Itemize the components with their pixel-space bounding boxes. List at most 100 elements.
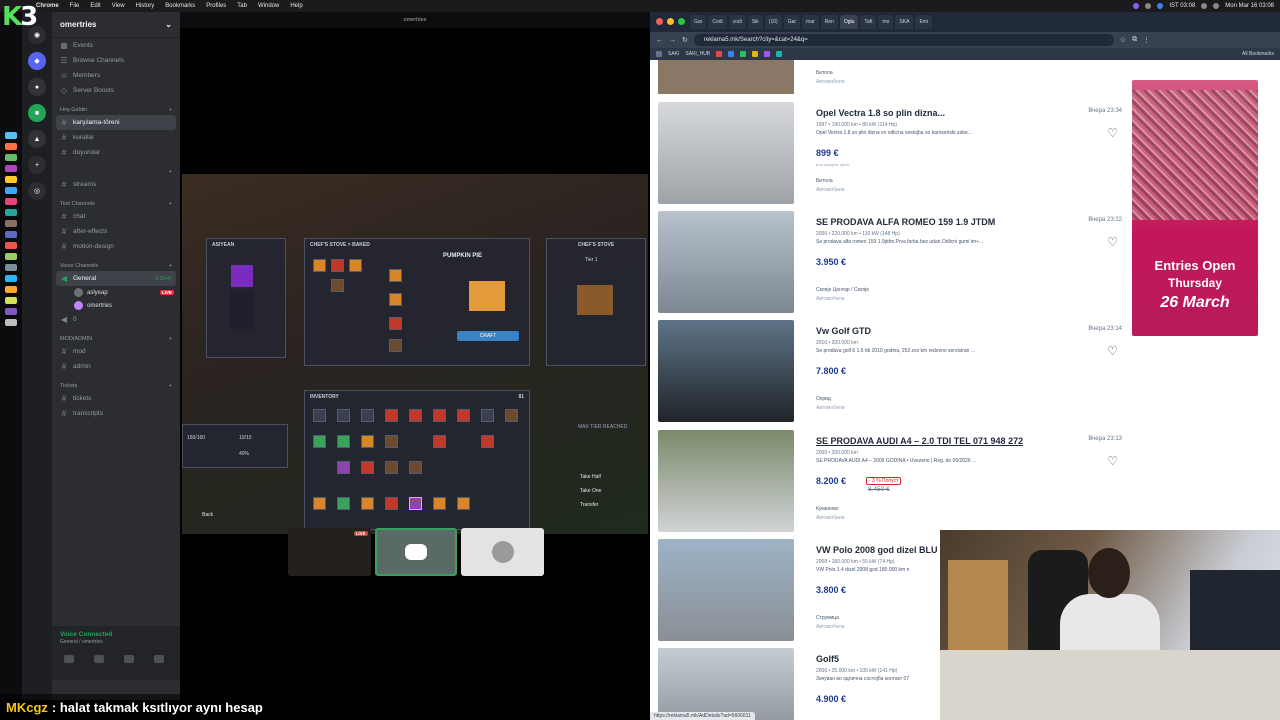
server-icon[interactable]: ■ (28, 104, 46, 122)
browser-tab[interactable]: Emi (915, 15, 933, 29)
bookmark-icon[interactable] (764, 51, 771, 57)
add-channel-icon[interactable]: + (169, 336, 172, 342)
browser-tab[interactable]: mo (878, 15, 894, 29)
listing-card[interactable]: Opel Vectra 1.8 so plin dizna... Вчера 2… (658, 102, 1128, 204)
apps-icon[interactable] (656, 51, 662, 57)
menu-file[interactable]: File (70, 3, 80, 9)
recipe-slot[interactable] (349, 259, 362, 272)
channel-motion-design[interactable]: # motion-design (52, 239, 180, 254)
category-text-channels[interactable]: Text Channels + (52, 192, 180, 209)
inventory-slot[interactable] (385, 461, 398, 474)
voice-channel-general[interactable]: ◀ General 5:39:47 (56, 271, 176, 286)
add-server-icon[interactable]: + (28, 156, 46, 174)
advertisement-banner[interactable]: Entries Open Thursday 26 March (1132, 80, 1258, 336)
camera-icon[interactable] (64, 655, 74, 663)
dock-app-icon[interactable] (5, 209, 17, 216)
menu-help[interactable]: Help (290, 3, 302, 9)
dock-app-icon[interactable] (5, 165, 17, 172)
hotbar-slot[interactable] (337, 497, 350, 510)
ingredient-slot[interactable] (389, 317, 402, 330)
browser-tab[interactable]: Sik (747, 15, 763, 29)
inventory-slot[interactable] (481, 435, 494, 448)
favorite-heart-icon[interactable]: ♡ (1107, 235, 1118, 249)
channel-duyurular[interactable]: # duyurular (52, 145, 180, 160)
listing-card[interactable]: SE PRODAVA AUDI A4 – 2.0 TDI TEL 071 948… (658, 430, 1128, 532)
bookmark-icon[interactable] (716, 51, 723, 57)
listing-card[interactable]: Vw Golf GTD Вчера 23:14 2010 • 200.000 k… (658, 320, 1128, 422)
dock-app-icon[interactable] (5, 143, 17, 150)
inventory-slot[interactable] (433, 435, 446, 448)
dock-app-icon[interactable] (5, 319, 17, 326)
menu-tab[interactable]: Tab (237, 3, 247, 9)
dock-app-icon[interactable] (5, 132, 17, 139)
dock-app-icon[interactable] (5, 231, 17, 238)
recipe-slot[interactable] (313, 259, 326, 272)
participant-tile-active[interactable] (374, 528, 458, 576)
add-channel-icon[interactable]: + (169, 263, 172, 269)
back-icon[interactable]: ← (656, 37, 663, 44)
menu-profiles[interactable]: Profiles (206, 3, 226, 9)
bookmark-icon[interactable] (728, 51, 735, 57)
recipe-slot[interactable] (331, 279, 344, 292)
channel-streams[interactable]: # streams (52, 177, 180, 192)
inventory-slot[interactable] (481, 409, 494, 422)
dock-app-icon[interactable] (5, 286, 17, 293)
channel-chat[interactable]: # chat (52, 209, 180, 224)
maximize-window-icon[interactable] (678, 18, 685, 25)
participant-tile[interactable] (461, 528, 544, 576)
dock-app-icon[interactable] (5, 198, 17, 205)
dock-app-icon[interactable] (5, 176, 17, 183)
soundboard-icon[interactable] (154, 655, 164, 663)
inventory-slot[interactable] (361, 409, 374, 422)
inventory-slot[interactable] (337, 461, 350, 474)
browser-tab-active[interactable]: Oglu (839, 15, 859, 29)
channel-karsilama-toreni[interactable]: # karşılama-töreni (56, 115, 176, 130)
inventory-slot[interactable] (409, 461, 422, 474)
menu-window[interactable]: Window (258, 3, 279, 9)
activities-icon[interactable] (124, 655, 134, 663)
favorite-heart-icon[interactable]: ♡ (1107, 126, 1118, 140)
hotbar-slot[interactable] (433, 497, 446, 510)
menu-history[interactable]: History (136, 3, 155, 9)
inventory-slot[interactable] (313, 435, 326, 448)
add-channel-icon[interactable]: + (169, 201, 172, 207)
dock-app-icon[interactable] (5, 220, 17, 227)
hotbar-slot[interactable] (361, 497, 374, 510)
browser-tab[interactable]: Codi (708, 15, 727, 29)
favorite-heart-icon[interactable]: ♡ (1107, 344, 1118, 358)
stream-tile[interactable]: LIVE (288, 528, 371, 576)
tray-datetime[interactable]: Mon Mar 16 03:08 (1225, 3, 1274, 9)
listing-partial[interactable]: Битола Автомобили (658, 60, 1128, 94)
category-unnamed[interactable]: + (52, 160, 180, 177)
recipe-slot[interactable] (331, 259, 344, 272)
inventory-slot[interactable] (337, 435, 350, 448)
category-tickets[interactable]: Tickets + (52, 374, 180, 391)
menu-view[interactable]: View (112, 3, 125, 9)
voice-user[interactable]: omertries (52, 299, 180, 312)
browser-tab[interactable]: SKA (895, 15, 914, 29)
channel-tickets[interactable]: # tickets (52, 391, 180, 406)
bookmark-icon[interactable] (776, 51, 783, 57)
voice-channel-count[interactable]: ◀ 0 (52, 312, 180, 327)
browser-tab[interactable]: Ren (820, 15, 838, 29)
tray-bluetooth-icon[interactable] (1157, 3, 1164, 9)
forward-icon[interactable]: → (669, 37, 676, 44)
channel-transcripts[interactable]: # transcripts (52, 406, 180, 421)
menu-edit[interactable]: Edit (90, 3, 100, 9)
dock-app-icon[interactable] (5, 242, 17, 249)
browser-tab[interactable]: codi (728, 15, 746, 29)
minimize-window-icon[interactable] (667, 18, 674, 25)
hotbar-slot[interactable] (457, 497, 470, 510)
channel-kurallar[interactable]: # kurallar (52, 130, 180, 145)
menu-dots-icon[interactable]: ⋮ (1143, 36, 1150, 44)
dock-app-icon[interactable] (5, 275, 17, 282)
channel-admin[interactable]: # admin (52, 359, 180, 374)
ingredient-slot[interactable] (389, 269, 402, 282)
inventory-slot[interactable] (337, 409, 350, 422)
inventory-slot[interactable] (505, 409, 518, 422)
dock-app-icon[interactable] (5, 154, 17, 161)
hotbar-slot-selected[interactable] (409, 497, 422, 510)
hotbar-slot[interactable] (313, 497, 326, 510)
listing-card[interactable]: SE PRODAVA ALFA ROMEO 159 1.9 JTDM Вчера… (658, 211, 1128, 313)
craft-button[interactable]: CRAFT (457, 331, 519, 341)
